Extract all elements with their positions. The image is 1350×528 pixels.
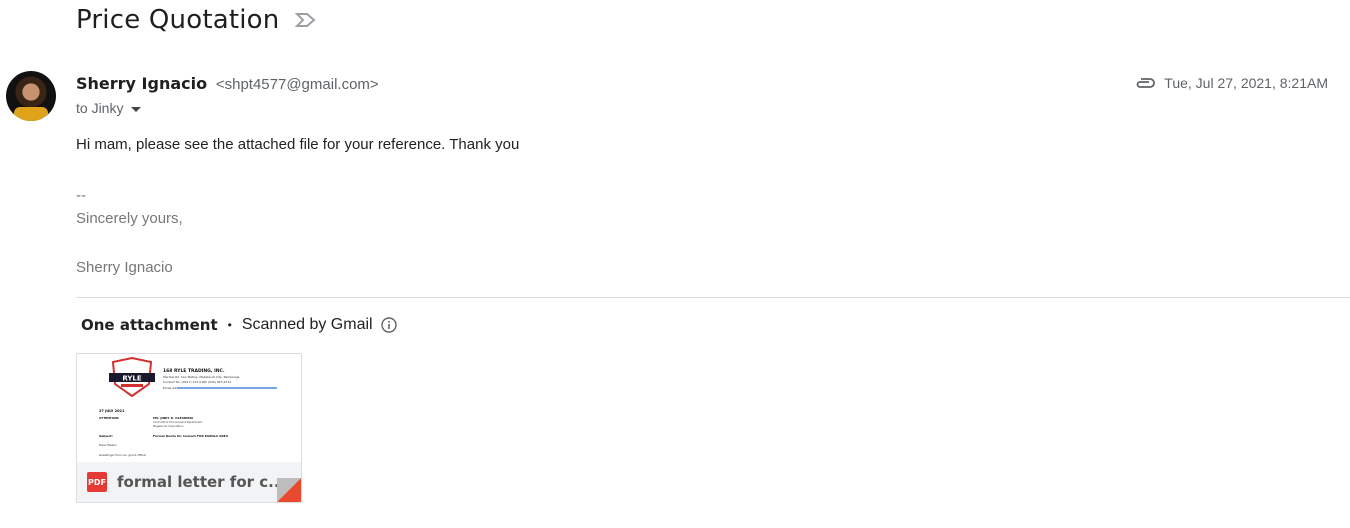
important-label-icon[interactable] (295, 12, 317, 28)
attachment-preview-thumbnail: RYLE 168 RYLE TRADING, INC. Plaridel Rd.… (77, 354, 301, 464)
preview-email-label: Email Add: (163, 386, 179, 390)
preview-attention-label: ATTENTION: (99, 416, 119, 420)
preview-company: 168 RYLE TRADING, INC. (163, 368, 225, 374)
message-date: Tue, Jul 27, 2021, 8:21AM (1164, 75, 1328, 91)
preview-attention-company: Megaworld Corporation (153, 424, 184, 428)
preview-subject-label: Subject: (99, 434, 113, 438)
pdf-icon: PDF (87, 472, 107, 492)
message-meta: Tue, Jul 27, 2021, 8:21AM (1134, 75, 1328, 91)
attachments-header: One attachment • Scanned by Gmail (81, 316, 397, 334)
scanned-label: Scanned by Gmail (241, 316, 373, 333)
message-body: Hi mam, please see the attached file for… (76, 136, 520, 153)
attachment-card[interactable]: RYLE 168 RYLE TRADING, INC. Plaridel Rd.… (76, 353, 302, 503)
attachment-paperclip-icon (1136, 78, 1156, 88)
sender-email: <shpt4577@gmail.com> (215, 76, 379, 93)
preview-address: Plaridel Rd. San Matias, Mabalacat City,… (163, 375, 240, 379)
email-subject: Price Quotation (76, 5, 280, 35)
sender-name[interactable]: Sherry Ignacio (76, 74, 207, 93)
signature-closing: Sincerely yours, (76, 210, 183, 227)
show-details-chevron-down-icon[interactable] (131, 106, 142, 112)
subject-row: Price Quotation (76, 2, 317, 38)
preview-subject-value: Formal Quote for Cement FOR MANILA AREA (153, 434, 229, 438)
attachments-divider (76, 297, 1350, 298)
attachment-footer[interactable]: PDF formal letter for c... (77, 462, 301, 502)
sender-line: Sherry Ignacio <shpt4577@gmail.com> (76, 74, 379, 94)
preview-date: 27 JULY 2021 (99, 409, 125, 413)
separator-dot: • (227, 318, 232, 332)
preview-contact: Contact No. (0917) 123 0180 (045) 923-47… (163, 380, 231, 384)
attachments-title: One attachment (81, 316, 218, 334)
preview-attention-name: MS. JINKY R. OLEARIBIA (153, 416, 194, 420)
attachment-filename[interactable]: formal letter for c... (117, 473, 285, 491)
svg-text:RYLE: RYLE (122, 375, 142, 383)
preview-greeting: Greetings from our good office! (99, 453, 146, 457)
page-fold-corner (277, 478, 301, 502)
signature-dashes: -- (76, 187, 86, 204)
signature-name: Sherry Ignacio (76, 259, 173, 276)
preview-attention-dept: Contracts & Procurement Department (153, 420, 202, 424)
info-icon[interactable] (380, 317, 397, 333)
preview-salutation: Dear Maam, (99, 443, 117, 447)
recipient-row: to Jinky (76, 100, 142, 116)
sender-avatar[interactable] (6, 71, 56, 121)
recipient-label: to Jinky (76, 100, 124, 116)
